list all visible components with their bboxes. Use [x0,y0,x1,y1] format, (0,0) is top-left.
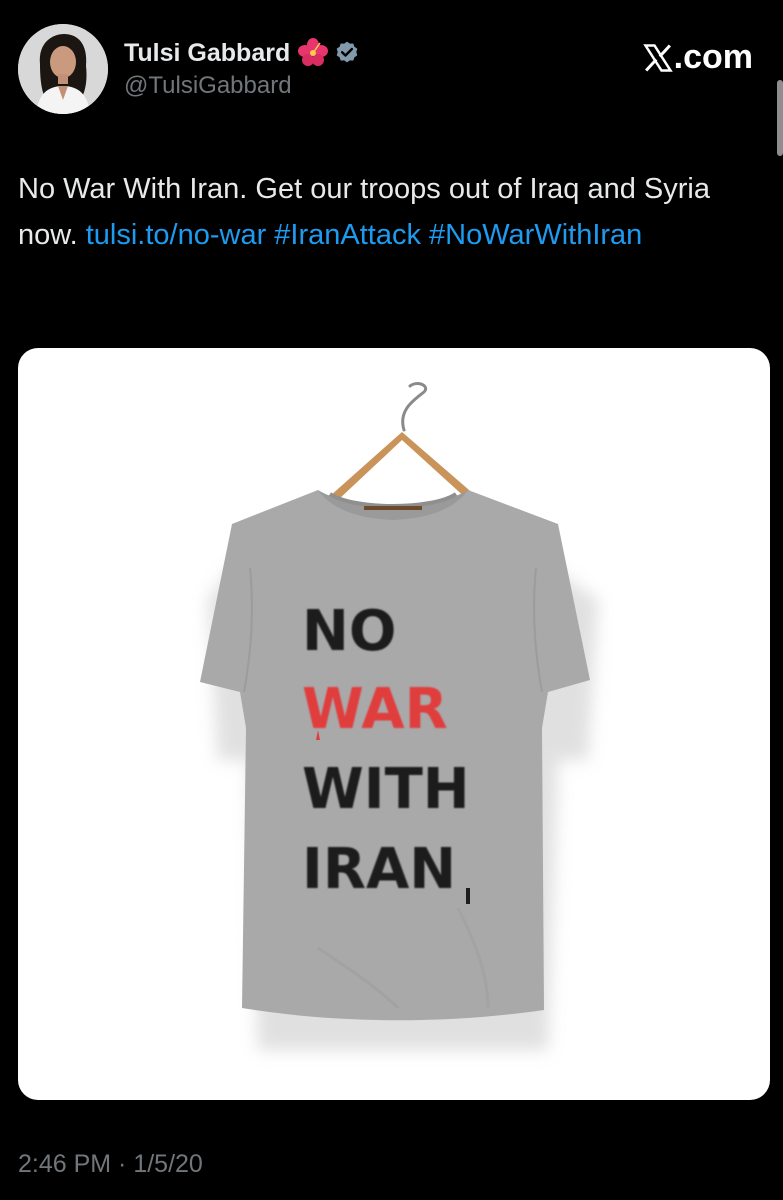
display-name[interactable]: Tulsi Gabbard [124,39,290,68]
shirt-line-4: IRAN [302,837,456,902]
avatar[interactable] [18,24,108,114]
tweet-header: Tulsi Gabbard @TulsiGabbard .com [18,24,763,116]
shirt-line-1: NO [302,599,396,664]
author-info: Tulsi Gabbard @TulsiGabbard [124,36,360,100]
hashtag-nowarwithiran[interactable]: #NoWarWithIran [429,219,642,251]
shirt-line-3: WITH [302,757,470,822]
tshirt-image: NO WAR WITH IRAN [200,382,598,1050]
tweet-link[interactable]: tulsi.to/no-war [86,219,267,251]
author-handle[interactable]: @TulsiGabbard [124,72,360,100]
x-logo-icon [642,43,673,72]
tweet-space [421,219,429,251]
tweet-media-image[interactable]: NO WAR WITH IRAN [18,348,770,1100]
timestamp-separator: · [111,1150,134,1178]
verified-badge-icon [334,40,360,66]
timestamp-time: 2:46 PM [18,1150,112,1178]
hashtag-iranattack[interactable]: #IranAttack [274,219,421,251]
avatar-image [18,24,108,114]
tweet-timestamp[interactable]: 2:46 PM · 1/5/20 [18,1150,203,1179]
shirt-line-2: WAR [302,677,448,742]
tweet-text: No War With Iran. Get our troops out of … [18,166,763,258]
author-name-row: Tulsi Gabbard [124,36,360,70]
timestamp-date: 1/5/20 [133,1150,203,1178]
hibiscus-icon [298,38,329,68]
scrollbar-thumb[interactable] [777,80,783,156]
brand-label: .com [673,38,753,76]
x-brand: .com [642,38,753,77]
